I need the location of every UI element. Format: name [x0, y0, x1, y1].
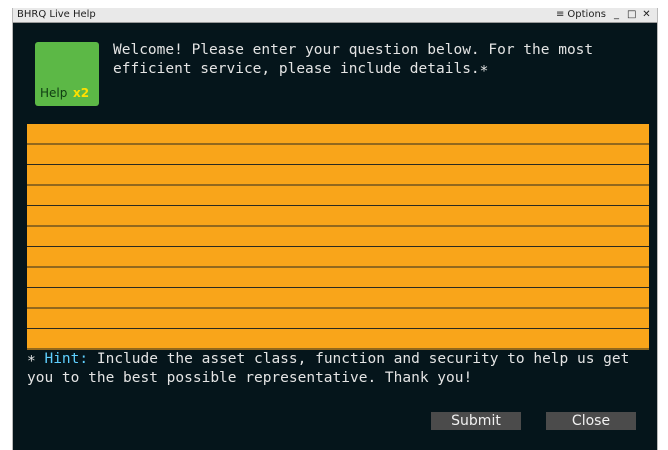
hint-asterisk-marker: ∗: [27, 351, 36, 367]
maximize-button[interactable]: □: [627, 8, 636, 22]
question-input[interactable]: [27, 124, 649, 350]
logo-x2-badge: x2: [73, 86, 90, 100]
title-bar[interactable]: BHRQ Live Help ≡ Options _ □ ✕: [13, 8, 657, 23]
logo-help-text: Help: [40, 86, 68, 100]
welcome-message: Welcome! Please enter your question belo…: [113, 41, 645, 79]
options-label: Options: [567, 9, 606, 20]
welcome-text: Welcome! Please enter your question belo…: [113, 42, 594, 77]
hamburger-menu-icon: ≡: [556, 9, 565, 20]
hint-text: Include the asset class, function and se…: [27, 351, 630, 386]
help-x2-logo: Help x2: [35, 42, 99, 106]
close-window-button[interactable]: ✕: [642, 8, 651, 22]
window-title: BHRQ Live Help: [17, 9, 96, 20]
close-button[interactable]: Close: [546, 412, 636, 430]
title-bar-controls: ≡ Options _ □ ✕: [556, 8, 651, 22]
options-menu[interactable]: ≡ Options: [556, 8, 606, 22]
live-help-window: BHRQ Live Help ≡ Options _ □ ✕ Help x2 W…: [12, 8, 658, 450]
welcome-asterisk-marker: ∗: [479, 61, 489, 77]
hint-message: ∗ Hint: Include the asset class, functio…: [27, 350, 652, 388]
minimize-button[interactable]: _: [612, 8, 621, 22]
hint-label: Hint:: [44, 351, 89, 367]
submit-button[interactable]: Submit: [431, 412, 521, 430]
